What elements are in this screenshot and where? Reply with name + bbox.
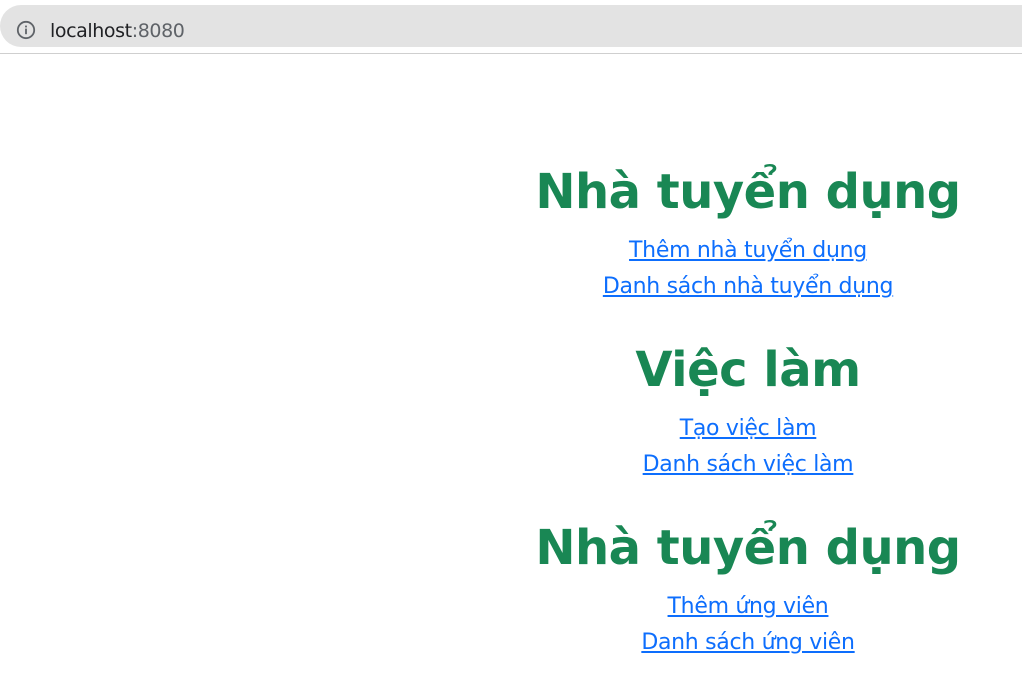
section-candidates: Nhà tuyển dụng Thêm ứng viên Danh sách ứ… bbox=[474, 516, 1022, 661]
section-jobs: Việc làm Tạo việc làm Danh sách việc làm bbox=[474, 338, 1022, 483]
section-title: Nhà tuyển dụng bbox=[535, 520, 961, 576]
job-list-link[interactable]: Danh sách việc làm bbox=[643, 447, 854, 483]
info-icon[interactable] bbox=[16, 20, 36, 40]
section-title: Việc làm bbox=[635, 342, 861, 398]
create-job-link[interactable]: Tạo việc làm bbox=[680, 411, 817, 447]
candidate-list-link[interactable]: Danh sách ứng viên bbox=[641, 625, 855, 661]
url-host: localhost bbox=[50, 20, 132, 42]
employer-list-link[interactable]: Danh sách nhà tuyển dụng bbox=[603, 269, 894, 305]
url-text[interactable]: localhost:8080 bbox=[50, 19, 185, 43]
address-bar[interactable]: localhost:8080 bbox=[0, 5, 1022, 47]
section-title: Nhà tuyển dụng bbox=[535, 164, 961, 220]
main-content: Nhà tuyển dụng Thêm nhà tuyển dụng Danh … bbox=[474, 160, 1022, 661]
add-employer-link[interactable]: Thêm nhà tuyển dụng bbox=[629, 233, 867, 269]
add-candidate-link[interactable]: Thêm ứng viên bbox=[668, 589, 829, 625]
browser-toolbar: localhost:8080 bbox=[0, 0, 1022, 54]
url-port: :8080 bbox=[131, 20, 185, 42]
section-employers: Nhà tuyển dụng Thêm nhà tuyển dụng Danh … bbox=[474, 160, 1022, 305]
